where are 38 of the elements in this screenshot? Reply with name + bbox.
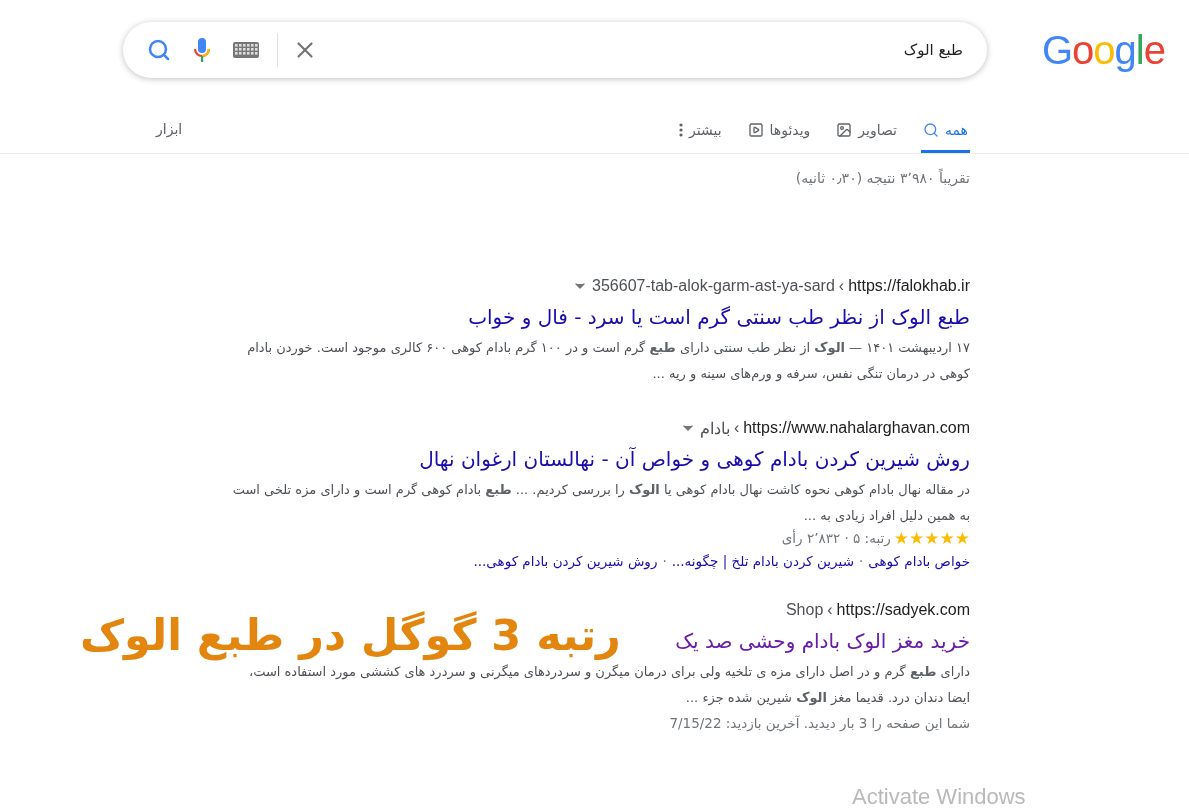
result-domain: https://www.nahalarghavan.com <box>743 419 970 437</box>
tab[interactable]: ویدئوها <box>745 122 813 153</box>
tools-link[interactable]: ابزار <box>156 121 183 137</box>
activation-notice: Activate Windows <box>852 784 1026 810</box>
search-icon <box>923 122 939 138</box>
breadcrumb-separator: ‹ <box>733 419 740 437</box>
tab[interactable]: تصاویر <box>834 122 899 153</box>
rating-text: رتبه: ۵ · ۲٬۸۳۲ رأی <box>781 530 891 546</box>
result-title[interactable]: طبع الوک از نظر طب سنتی گرم است یا سرد - فال و خواب <box>468 303 970 331</box>
breadcrumb-separator: ‹ <box>838 277 845 295</box>
breadcrumb-separator: ‹ <box>827 601 833 619</box>
result-path: 356607-tab-alok-garm-ast-ya-sard <box>592 277 835 295</box>
result-snippet: در مقاله نهال بادام کوهی نحوه کاشت نهال بادام کوهی یا الوک را بررسی کردیم. ... طبع بادام کوهی گرم است و دارای مزه تلخی است به همین دلیل افراد زیادی به ... <box>231 481 970 526</box>
rating-stars: ★★★★★ <box>893 529 970 547</box>
logo[interactable]: Google <box>1042 27 1165 73</box>
more-icon <box>678 123 683 137</box>
result-domain: https://falokhab.ir <box>848 277 970 295</box>
result-path: بادام <box>699 418 730 438</box>
sitelink[interactable]: خواص بادام کوهی <box>868 553 970 569</box>
sitelink[interactable]: روش شیرین کردن بادام کوهی... <box>473 553 658 569</box>
result-path: Shop <box>785 601 824 619</box>
annotation-text: رتبه 3 گوگل در طبع الوک <box>80 610 621 660</box>
result-title[interactable]: خرید مغز الوک بادام وحشی صد یک <box>675 627 970 655</box>
result-domain: https://sadyek.com <box>836 601 970 619</box>
result-stats: تقریباً ۳٬۹۸۰ نتیجه (۰٫۳۰ ثانیه) <box>794 167 970 189</box>
visit-note: شما این صفحه را 3 بار دیدید. آخرین بازدید: 7/15/22 <box>668 714 970 734</box>
sitelink[interactable]: شیرین کردن بادام تلخ | چگونه... <box>671 553 854 569</box>
search-field[interactable]: طبع الوک <box>123 22 987 78</box>
search-input[interactable]: طبع الوک <box>332 40 965 60</box>
result-snippet: دارای طبع گرم و در اصل دارای مزه ی تلخیه ولی برای درمان میگرن و سردردهای میگرنی و سردرد های کششی مورد استفاده است، ایضا دندان درد. قدیما مغز الوک شیرین شده جزء ... <box>247 663 970 708</box>
link-separator: · <box>858 553 864 569</box>
tab[interactable]: بیشتر <box>676 122 724 153</box>
image-icon <box>836 122 853 138</box>
play-icon <box>747 122 764 138</box>
result-snippet: ۱۷ اردیبهشت ۱۴۰۱ — الوک از نظر طب سنتی دارای طبع گرم است و در ۱۰۰ گرم بادام کوهی ۶۰۰ کالری موجود است. خوردن بادام کوهی در درمان تنگی نفس، سرفه و ورم‌های سینه و ریه ... <box>246 339 970 384</box>
tab[interactable]: همه <box>921 122 970 153</box>
link-separator: · <box>662 553 667 569</box>
result-title[interactable]: روش شیرین کردن بادام کوهی و خواص آن - نهالستان ارغوان نهال <box>419 445 970 473</box>
